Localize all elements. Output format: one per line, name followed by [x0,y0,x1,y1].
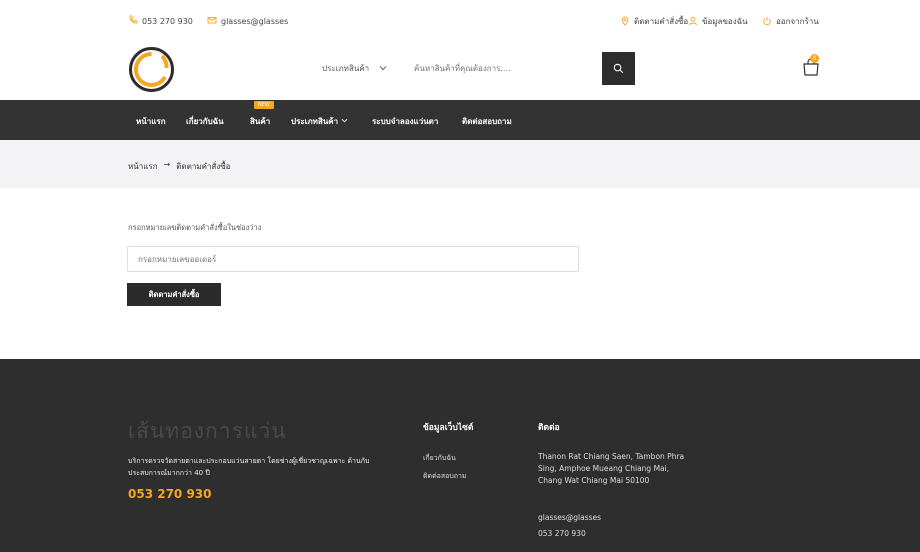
breadcrumb-home[interactable]: หน้าแรก [128,160,158,173]
header: ประเภทสินค้า 0 [0,42,920,100]
footer-email[interactable]: glasses@glasses [538,513,601,522]
category-select-label: ประเภทสินค้า [322,64,370,73]
logo-ring-icon[interactable] [128,46,175,93]
logout-link[interactable]: ออกจากร้าน [762,15,819,28]
track-order-button[interactable]: ติดตามคำสั่งซื้อ [127,283,221,306]
location-pin-icon [620,16,630,28]
search-icon [613,59,624,78]
footer-info-title: ข้อมูลเว็บไซต์ [423,423,474,433]
breadcrumb-separator: → [163,160,171,169]
search-button[interactable] [602,52,635,85]
breadcrumb: หน้าแรก → ติดตามคำสั่งซื้อ [128,160,230,173]
topbar-email[interactable]: glasses@glasses [207,15,288,27]
breadcrumb-bar: หน้าแรก → ติดตามคำสั่งซื้อ [0,140,920,188]
power-icon [762,16,772,28]
topbar: 053 270 930 glasses@glasses ติดตามคำสั่ง… [0,0,920,42]
main-nav: หน้าแรก เกี่ยวกับฉัน NEW สินค้า ประเภทสิ… [0,100,920,140]
track-order-form: กรอกหมายเลขติดตามคำสั่งซื้อในช่องว่าง ติ… [0,188,920,359]
topbar-phone-text: 053 270 930 [142,16,193,26]
breadcrumb-current: ติดตามคำสั่งซื้อ [176,162,231,171]
footer-phone[interactable]: 053 270 930 [128,487,212,501]
nav-categories-label: ประเภทสินค้า [291,117,339,126]
footer-link-about[interactable]: เกี่ยวกับฉัน [423,453,456,464]
topbar-phone[interactable]: 053 270 930 [128,15,193,27]
phone-icon [128,15,138,27]
cart-count-badge: 0 [810,54,819,63]
footer-phone-2[interactable]: 053 270 930 [538,529,586,538]
footer-link-contact[interactable]: ติดต่อสอบถาม [423,471,467,482]
nav-products[interactable]: สินค้า [250,115,270,128]
track-order-instruction: กรอกหมายเลขติดตามคำสั่งซื้อในช่องว่าง [128,223,262,232]
nav-about[interactable]: เกี่ยวกับฉัน [186,115,224,128]
nav-try-on[interactable]: ระบบจำลองแว่นตา [372,115,438,128]
my-account-link[interactable]: ข้อมูลของฉัน [688,15,748,28]
search-bar: ประเภทสินค้า [306,52,635,85]
chevron-down-icon [379,64,387,74]
category-select[interactable]: ประเภทสินค้า [314,52,404,85]
nav-categories[interactable]: ประเภทสินค้า [291,115,348,128]
chevron-down-icon [341,117,348,126]
my-account-label: ข้อมูลของฉัน [702,17,748,26]
logout-label: ออกจากร้าน [776,17,819,26]
search-input[interactable] [404,52,602,85]
topbar-email-text: glasses@glasses [221,16,289,26]
footer-description: บริการตรวจวัดสายตาและประกอบแว่นสายตา โดย… [128,457,370,477]
track-order-label: ติดตามคำสั่งซื้อ [634,17,689,26]
user-icon [688,16,698,28]
nav-contact[interactable]: ติดต่อสอบถาม [462,115,512,128]
footer: เส้นทองการแว่น บริการตรวจวัดสายตาและประก… [0,359,920,552]
footer-brand: เส้นทองการแว่น [128,419,287,443]
mail-icon [207,15,217,27]
order-number-input[interactable] [127,246,579,272]
footer-contact-title: ติดต่อ [538,423,560,433]
track-order-link[interactable]: ติดตามคำสั่งซื้อ [620,15,688,28]
nav-home[interactable]: หน้าแรก [136,115,166,128]
footer-address: Thanon Rat Chiang Saen, Tambon Phra Sing… [538,452,685,485]
new-badge: NEW [254,101,274,109]
